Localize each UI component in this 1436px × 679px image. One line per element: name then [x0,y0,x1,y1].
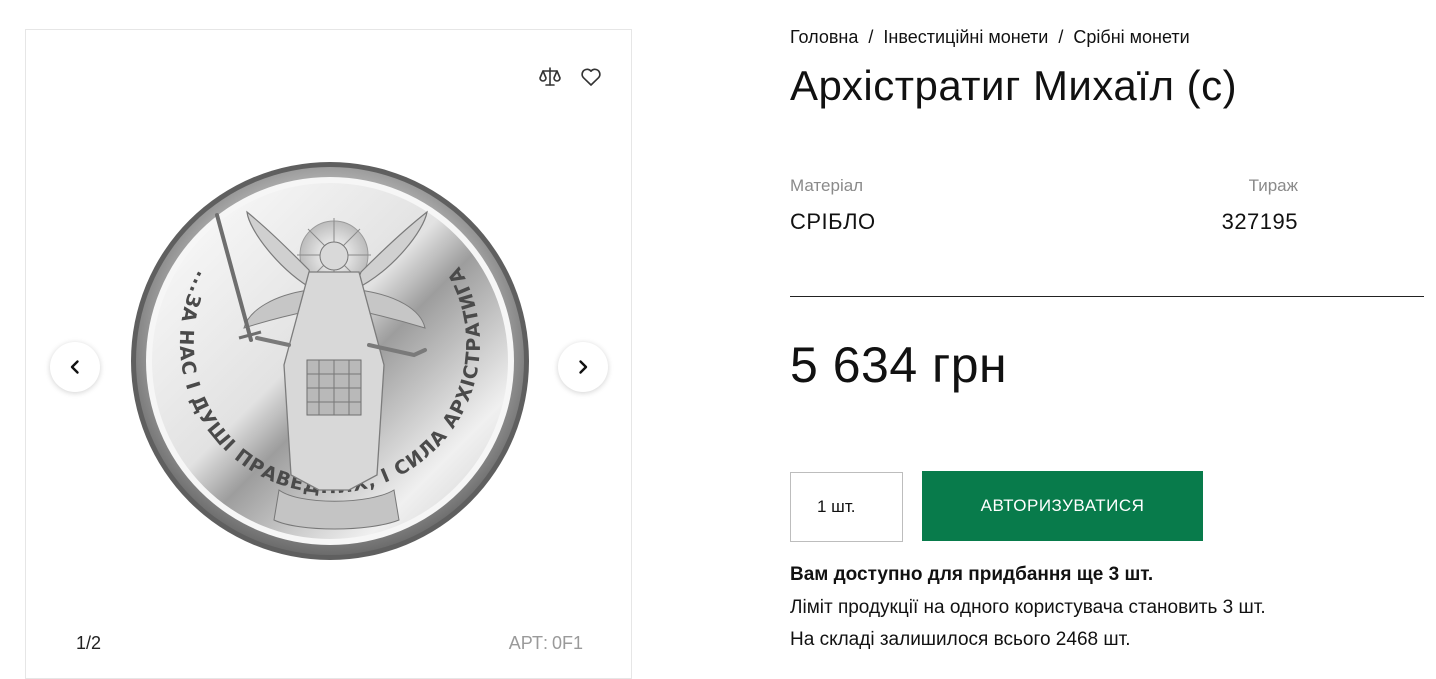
breadcrumb-link-silver-coins[interactable]: Срібні монети [1073,27,1189,47]
breadcrumb: Головна / Інвестиційні монети / Срібні монет… [790,27,1190,48]
divider [790,296,1424,297]
coin-image: ...ЗА НАС І ДУШІ ПРАВЕДНИХ, І СИЛА АРХІС… [129,160,529,560]
stock-text: На складі залишилося всього 2468 шт. [790,629,1131,650]
breadcrumb-link-home[interactable]: Головна [790,27,858,47]
product-gallery: ...ЗА НАС І ДУШІ ПРАВЕДНИХ, І СИЛА АРХІС… [25,29,632,679]
mintage-value: 327195 [1221,209,1298,234]
chevron-right-icon [579,360,588,374]
login-button[interactable]: АВТОРИЗУВАТИСЯ [922,471,1203,541]
prev-image-button[interactable] [50,342,100,392]
product-price: 5 634 грн [790,337,1008,393]
limit-text: Ліміт продукції на одного користувача ст… [790,597,1266,618]
heart-icon[interactable] [577,63,605,91]
sku-label: АРТ: [508,633,548,653]
sku-value: 0F1 [551,633,583,653]
mintage-label: Тираж [1248,176,1298,195]
breadcrumb-separator: / [868,27,874,47]
breadcrumb-link-investment-coins[interactable]: Інвестиційні монети [883,27,1048,47]
scales-icon[interactable] [536,63,564,91]
next-image-button[interactable] [558,342,608,392]
product-title: Архістратиг Михаїл (с) [790,62,1238,109]
breadcrumb-separator: / [1058,27,1064,47]
material-label: Матеріал [790,176,864,195]
material-value: СРІБЛО [790,209,876,234]
quantity-input[interactable] [790,472,903,542]
image-counter: 1/2 [76,633,102,653]
product-sku: АРТ: 0F1 [505,633,583,654]
availability-text: Вам доступно для придбання ще 3 шт. [790,564,1154,585]
chevron-left-icon [70,360,79,374]
